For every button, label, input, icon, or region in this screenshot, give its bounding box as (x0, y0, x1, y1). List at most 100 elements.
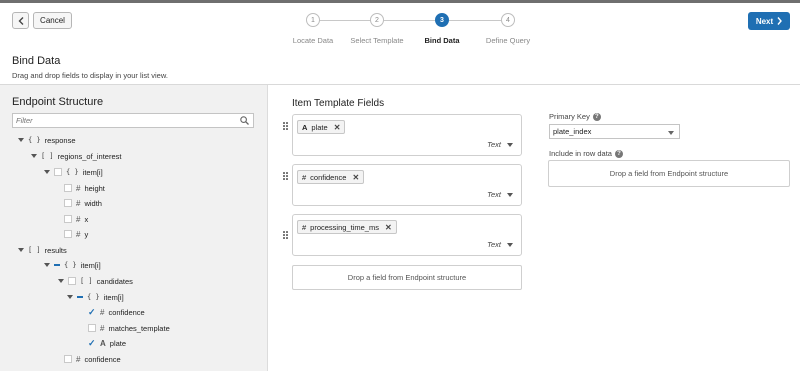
drag-handle-icon[interactable] (283, 122, 288, 130)
tree-label: item[i] (103, 292, 124, 302)
row-data-label: Include in row data ? (549, 149, 623, 158)
field-checkbox[interactable] (64, 230, 72, 238)
text-type-icon: A (100, 338, 106, 348)
tree-node-results[interactable]: [ ] results (18, 243, 67, 257)
tree-node-item[interactable]: { } item[i] (44, 165, 103, 179)
primary-key-label: Primary Key ? (549, 112, 601, 121)
remove-icon[interactable]: ✕ (385, 223, 392, 232)
tree-label: plate (109, 338, 127, 348)
number-icon: # (76, 354, 81, 364)
next-button-label: Next (755, 16, 774, 26)
array-icon: [ ] (41, 152, 54, 160)
expand-triangle-icon[interactable] (44, 263, 50, 267)
tree-node-y[interactable]: # y (64, 227, 88, 241)
field-type-value: Text (487, 190, 501, 199)
partial-check-indicator[interactable] (77, 296, 83, 298)
expand-triangle-icon[interactable] (67, 295, 73, 299)
checkmark-icon[interactable]: ✓ (88, 339, 96, 348)
field-type-select[interactable]: Text (487, 190, 513, 199)
drag-handle-icon[interactable] (283, 172, 288, 180)
template-drop-zone[interactable]: Drop a field from Endpoint structure (292, 265, 522, 290)
step-2-label: Select Template (350, 36, 404, 45)
tree-node-item[interactable]: { } item[i] (44, 258, 101, 272)
expand-triangle-icon[interactable] (44, 170, 50, 174)
field-chip[interactable]: # processing_time_ms ✕ (297, 220, 397, 234)
tree-node-confidence[interactable]: # confidence (64, 352, 121, 366)
tree-node-matches-template[interactable]: # matches_template (88, 321, 170, 335)
tree-label: y (84, 229, 89, 239)
field-checkbox[interactable] (54, 168, 62, 176)
tree-label: confidence (84, 354, 121, 364)
remove-icon[interactable]: ✕ (334, 123, 341, 132)
expand-triangle-icon[interactable] (58, 279, 64, 283)
primary-key-select[interactable]: plate_index (549, 124, 680, 139)
template-field-confidence[interactable]: # confidence ✕ Text (292, 164, 522, 206)
template-field-processing-time[interactable]: # processing_time_ms ✕ Text (292, 214, 522, 256)
field-chip-label: plate (311, 122, 328, 132)
row-data-label-text: Include in row data (549, 149, 612, 158)
tree-label: response (44, 135, 76, 145)
help-icon[interactable]: ? (614, 149, 623, 158)
primary-key-label-text: Primary Key (549, 112, 590, 121)
tree-node-confidence[interactable]: ✓ # confidence (88, 305, 145, 319)
template-field-plate[interactable]: A plate ✕ Text (292, 114, 522, 156)
field-checkbox[interactable] (64, 355, 72, 363)
chevron-down-icon (507, 242, 513, 247)
field-checkbox[interactable] (64, 199, 72, 207)
step-4-indicator[interactable]: 4 (501, 13, 515, 27)
chevron-right-icon (777, 17, 783, 25)
next-button[interactable]: Next (748, 12, 790, 30)
tree-label: item[i] (82, 167, 103, 177)
tree-label: item[i] (80, 260, 101, 270)
filter-field[interactable] (12, 113, 254, 128)
chevron-down-icon (507, 192, 513, 197)
item-template-title: Item Template Fields (292, 98, 385, 109)
field-checkbox[interactable] (88, 324, 96, 332)
row-data-drop-zone[interactable]: Drop a field from Endpoint structure (548, 160, 790, 187)
array-icon: [ ] (80, 277, 93, 285)
expand-triangle-icon[interactable] (31, 154, 37, 158)
step-3-label: Bind Data (424, 36, 460, 45)
object-icon: { } (87, 293, 100, 301)
step-2-indicator[interactable]: 2 (370, 13, 384, 27)
field-type-select[interactable]: Text (487, 240, 513, 249)
help-icon[interactable]: ? (592, 112, 601, 121)
field-checkbox[interactable] (64, 184, 72, 192)
field-chip[interactable]: # confidence ✕ (297, 170, 365, 184)
tree-node-item[interactable]: { } item[i] (67, 290, 124, 304)
tree-node-height[interactable]: # height (64, 181, 105, 195)
filter-input[interactable] (13, 114, 233, 127)
search-icon[interactable] (240, 116, 249, 125)
checkmark-icon[interactable]: ✓ (88, 308, 96, 317)
drag-handle-icon[interactable] (283, 231, 288, 239)
text-type-icon: A (302, 122, 308, 132)
train-connector (384, 20, 436, 21)
expand-triangle-icon[interactable] (18, 248, 24, 252)
tree-node-x[interactable]: # x (64, 212, 88, 226)
expand-triangle-icon[interactable] (18, 138, 24, 142)
field-chip-label: processing_time_ms (310, 222, 379, 232)
tree-node-response[interactable]: { } response (18, 133, 76, 147)
endpoint-structure-title: Endpoint Structure (12, 96, 104, 108)
train-connector (449, 20, 501, 21)
cancel-button[interactable]: Cancel (33, 12, 72, 29)
tree-node-candidates[interactable]: [ ] candidates (58, 274, 133, 288)
tree-node-width[interactable]: # width (64, 196, 102, 210)
step-1-indicator[interactable]: 1 (306, 13, 320, 27)
remove-icon[interactable]: ✕ (352, 173, 359, 182)
field-type-value: Text (487, 240, 501, 249)
tree-node-regions-of-interest[interactable]: [ ] regions_of_interest (31, 149, 121, 163)
field-type-select[interactable]: Text (487, 140, 513, 149)
tree-node-plate[interactable]: ✓ A plate (88, 336, 126, 350)
number-icon: # (76, 214, 81, 224)
field-checkbox[interactable] (64, 215, 72, 223)
tree-label: matches_template (108, 323, 170, 333)
primary-key-value: plate_index (553, 127, 592, 136)
partial-check-indicator[interactable] (54, 264, 60, 266)
number-icon: # (76, 183, 81, 193)
step-3-indicator[interactable]: 3 (435, 13, 449, 27)
endpoint-structure-panel: Endpoint Structure { } response [ ] regi… (0, 85, 268, 371)
field-checkbox[interactable] (68, 277, 76, 285)
back-button[interactable] (12, 12, 29, 29)
field-chip[interactable]: A plate ✕ (297, 120, 346, 134)
